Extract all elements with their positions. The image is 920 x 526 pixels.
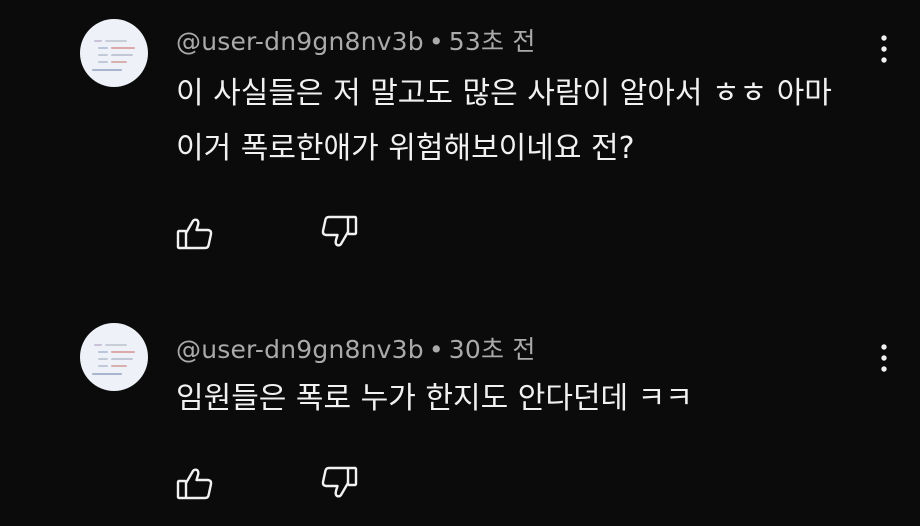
dislike-button[interactable] — [319, 462, 359, 502]
comment-meta: @user-dn9gn8nv3b • 53초 전 — [176, 22, 536, 58]
comment-meta: @user-dn9gn8nv3b • 30초 전 — [176, 330, 536, 366]
meta-separator: • — [428, 335, 444, 364]
comment-timestamp: 30초 전 — [448, 335, 536, 364]
thumbs-up-icon — [176, 468, 213, 500]
thumbs-up-icon — [176, 218, 213, 250]
more-vert-icon[interactable] — [872, 29, 896, 69]
comment-text: 임원들은 폭로 누가 한지도 안다던데 ㅋㅋ — [176, 381, 693, 416]
comment-timestamp: 53초 전 — [448, 27, 536, 56]
like-button[interactable] — [175, 464, 215, 504]
meta-separator: • — [428, 27, 444, 56]
more-vert-icon[interactable] — [872, 338, 896, 378]
like-button[interactable] — [175, 214, 215, 254]
comment-author[interactable]: @user-dn9gn8nv3b — [176, 335, 424, 364]
comment-author[interactable]: @user-dn9gn8nv3b — [176, 27, 424, 56]
comment-item: @user-dn9gn8nv3b • 30초 전 임원들은 폭로 누가 한지도 안다… — [0, 290, 920, 526]
comment-text: 이 사실들은 저 말고도 많은 사람이 알아서 ㅎㅎ 아마 이거 폭로한애가 위… — [176, 76, 832, 166]
thumbs-down-icon — [321, 466, 358, 498]
comment-item: @user-dn9gn8nv3b • 53초 전 이 사실들은 저 말고도 많은 사… — [0, 0, 920, 290]
avatar[interactable] — [80, 323, 148, 391]
avatar[interactable] — [80, 19, 148, 87]
thumbs-down-icon — [321, 215, 358, 247]
dislike-button[interactable] — [319, 211, 359, 251]
